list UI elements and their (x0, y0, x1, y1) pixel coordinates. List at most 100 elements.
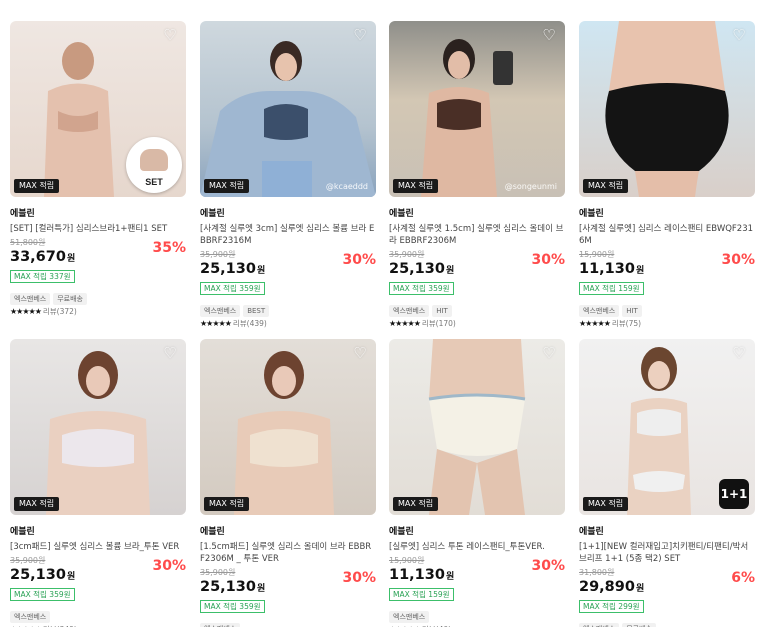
discount-rate: 30% (342, 252, 376, 268)
sale-price-value: 25,130 (200, 579, 256, 595)
heart-outline-icon[interactable]: ♡ (541, 345, 557, 361)
reward-badge: MAX 적립 359원 (389, 282, 454, 295)
review-count: 리뷰(372) (42, 307, 77, 316)
sale-price: 33,670원 (10, 249, 75, 265)
brand-name[interactable]: 에블린 (579, 206, 755, 219)
sale-price-value: 33,670 (10, 249, 66, 265)
discount-rate: 6% (731, 570, 755, 586)
tag: 무료배송 (622, 623, 656, 627)
price-row: 33,670원 35% (10, 240, 186, 266)
max-reward-tag: MAX 적립 (393, 179, 439, 193)
brand-name[interactable]: 에블린 (389, 206, 565, 219)
price-unit: 원 (256, 584, 266, 594)
product-card[interactable]: ♡ MAX 적립에블린 [사계절 실루엣] 심리스 레이스팬티 EBWQF2316M… (579, 21, 755, 329)
discount-rate: 30% (342, 570, 376, 586)
product-image[interactable]: ♡ MAX 적립 (579, 21, 755, 197)
product-image[interactable]: ♡ @songeunmi MAX 적립 (389, 21, 565, 197)
price-row: 25,130원 30% (389, 252, 565, 278)
star-rating-icon: ★★★★★ (10, 307, 42, 316)
tag-list: 엑스맨베스무료배송 (10, 288, 186, 305)
product-photo (579, 21, 755, 197)
sale-price: 11,130원 (579, 261, 644, 277)
product-card[interactable]: ♡ SET MAX 적립 에블린 [SET] [컬러특가] 심리스브라1+팬티1 SET… (10, 21, 186, 317)
tag: BEST (243, 305, 270, 317)
heart-outline-icon[interactable]: ♡ (352, 345, 368, 361)
sale-price-value: 11,130 (389, 567, 445, 583)
reward-badge: MAX 적립 337원 (10, 270, 75, 283)
product-card[interactable]: ♡ MAX 적립 에블린 [3cm패드] 실루엣 심리스 볼륨 브라_투톤 VER 35… (10, 339, 186, 627)
reward-badge: MAX 적립 159원 (579, 282, 644, 295)
rating[interactable]: ★★★★★ 리뷰(372) (10, 306, 186, 317)
product-name[interactable]: [실루엣] 심리스 투톤 레이스팬티_투톤VER. (389, 541, 565, 553)
sale-price-value: 25,130 (389, 261, 445, 277)
product-card[interactable]: ♡ @songeunmi MAX 적립에블린 [사계절 실루엣 1.5cm] 실루엣 … (389, 21, 565, 329)
heart-outline-icon[interactable]: ♡ (731, 345, 747, 361)
product-image[interactable]: ♡ MAX 적립 (10, 339, 186, 515)
product-card[interactable]: ♡ @kcaeddd MAX 적립에블린 [사계절 실루엣 3cm] 실루엣 심리스 … (200, 21, 376, 329)
product-card[interactable]: ♡ 1+1 MAX 적립에블린 [1+1][NEW 컬러재입고]치키팬티/티팬티/박서… (579, 339, 755, 627)
heart-outline-icon[interactable]: ♡ (731, 27, 747, 43)
product-photo (10, 339, 186, 515)
max-reward-tag: MAX 적립 (204, 179, 250, 193)
price-unit: 원 (256, 266, 266, 276)
max-reward-tag: MAX 적립 (393, 497, 439, 511)
product-image[interactable]: ♡ MAX 적립 (389, 339, 565, 515)
rating[interactable]: ★★★★★ 리뷰(439) (200, 318, 376, 329)
tag: 엑스맨베스 (579, 305, 620, 317)
max-reward-tag: MAX 적립 (583, 497, 629, 511)
product-photo (200, 339, 376, 515)
tag-list: 엑스맨베스 HIT (389, 300, 565, 317)
product-image[interactable]: ♡ 1+1 MAX 적립 (579, 339, 755, 515)
brand-name[interactable]: 에블린 (200, 524, 376, 537)
rating[interactable]: ★★★★★ 리뷰(170) (389, 318, 565, 329)
sale-price: 29,890원 (579, 579, 644, 595)
product-name[interactable]: [1.5cm패드] 실루엣 심리스 올데이 브라 EBBRF2306M _ 투톤… (200, 541, 376, 565)
tag: 엑스맨베스 (579, 623, 620, 627)
product-photo (389, 21, 565, 197)
brand-name[interactable]: 에블린 (10, 206, 186, 219)
price-row: 29,890원 6% (579, 570, 755, 596)
price-unit: 원 (445, 266, 455, 276)
mini-bra-icon (140, 149, 168, 171)
tag: HIT (622, 305, 642, 317)
product-name[interactable]: [SET] [컬러특가] 심리스브라1+팬티1 SET (10, 223, 186, 235)
max-reward-tag: MAX 적립 (204, 497, 250, 511)
heart-outline-icon[interactable]: ♡ (162, 27, 178, 43)
reward-badge: MAX 적립 299원 (579, 600, 644, 613)
product-image[interactable]: ♡ @kcaeddd MAX 적립 (200, 21, 376, 197)
discount-rate: 30% (531, 558, 565, 574)
brand-name[interactable]: 에블린 (579, 524, 755, 537)
sale-price: 25,130원 (10, 567, 75, 583)
tag-list: 엑스맨베스무료배송 (579, 618, 755, 627)
product-name[interactable]: [사계절 실루엣 1.5cm] 실루엣 심리스 올데이 브라 EBBRF2306… (389, 223, 565, 247)
heart-outline-icon[interactable]: ♡ (352, 27, 368, 43)
product-image[interactable]: ♡ SET MAX 적립 (10, 21, 186, 197)
discount-rate: 30% (152, 558, 186, 574)
product-name[interactable]: [1+1][NEW 컬러재입고]치키팬티/티팬티/박서브리프 1+1 (5종 택… (579, 541, 755, 565)
tag-list: 엑스맨베스 BEST (200, 300, 376, 317)
tag: 엑스맨베스 (389, 305, 430, 317)
price-row: 11,130원 30% (389, 558, 565, 584)
reward-badge: MAX 적립 359원 (200, 282, 265, 295)
product-card[interactable]: ♡ MAX 적립 에블린 [실루엣] 심리스 투톤 레이스팬티_투톤VER. 15,90… (389, 339, 565, 627)
brand-name[interactable]: 에블린 (10, 524, 186, 537)
product-image[interactable]: ♡ MAX 적립 (200, 339, 376, 515)
price-unit: 원 (635, 266, 645, 276)
heart-outline-icon[interactable]: ♡ (162, 345, 178, 361)
product-card[interactable]: ♡ MAX 적립에블린 [1.5cm패드] 실루엣 심리스 올데이 브라 EBBRF… (200, 339, 376, 627)
product-name[interactable]: [사계절 실루엣 3cm] 실루엣 심리스 볼륨 브라 EBBRF2316M (200, 223, 376, 247)
brand-name[interactable]: 에블린 (200, 206, 376, 219)
sale-price-value: 11,130 (579, 261, 635, 277)
product-name[interactable]: [사계절 실루엣] 심리스 레이스팬티 EBWQF2316M (579, 223, 755, 247)
brand-name[interactable]: 에블린 (389, 524, 565, 537)
rating[interactable]: ★★★★★ 리뷰(75) (579, 318, 755, 329)
product-name[interactable]: [3cm패드] 실루엣 심리스 볼륨 브라_투톤 VER (10, 541, 186, 553)
heart-outline-icon[interactable]: ♡ (541, 27, 557, 43)
reward-badge: MAX 적립 159원 (389, 588, 454, 601)
photo-credit: @songeunmi (504, 182, 557, 191)
product-photo (200, 21, 376, 197)
price-unit: 원 (635, 584, 645, 594)
tag: 엑스맨베스 (10, 293, 51, 305)
max-reward-tag: MAX 적립 (583, 179, 629, 193)
set-badge-label: SET (145, 177, 163, 187)
